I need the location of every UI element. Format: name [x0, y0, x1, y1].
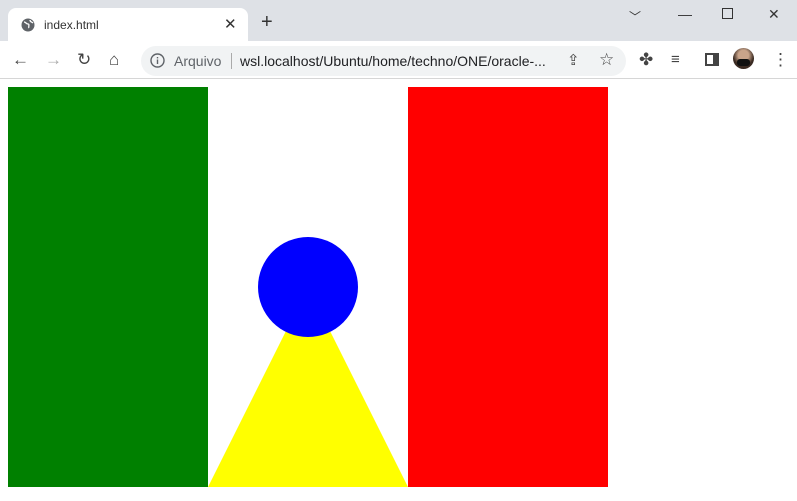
extensions-icon[interactable]: ✤ [639, 50, 653, 70]
side-panel-icon[interactable] [705, 53, 719, 66]
forward-icon[interactable]: → [45, 50, 62, 70]
address-bar[interactable]: Arquivo wsl.localhost/Ubuntu/home/techno… [141, 46, 626, 76]
bookmark-star-icon[interactable]: ☆ [599, 50, 614, 70]
minimize-button[interactable]: — [678, 6, 692, 22]
scheme-label: Arquivo [174, 53, 222, 69]
separator [231, 53, 232, 69]
url-text[interactable]: wsl.localhost/Ubuntu/home/techno/ONE/ora… [240, 53, 546, 69]
new-tab-button[interactable]: + [261, 12, 273, 32]
info-icon[interactable] [150, 53, 165, 68]
tab-title: index.html [44, 18, 99, 32]
profile-avatar[interactable] [733, 48, 754, 69]
toolbar: ← → ↻ ⌂ Arquivo wsl.localhost/Ubuntu/hom… [0, 41, 797, 79]
drawing-canvas [8, 87, 608, 487]
maximize-button[interactable] [722, 8, 733, 19]
menu-icon[interactable]: ⋮ [772, 50, 789, 70]
tab-close-icon[interactable]: ✕ [224, 15, 237, 33]
tab-search-chevron-icon[interactable]: ﹀ [629, 8, 641, 25]
back-icon[interactable]: ← [12, 50, 29, 70]
media-control-icon[interactable]: ≡ [671, 50, 680, 70]
tab-index-html[interactable]: index.html ✕ [8, 8, 248, 41]
red-stripe [408, 87, 608, 487]
reload-icon[interactable]: ↻ [77, 50, 91, 70]
blue-circle [258, 237, 358, 337]
home-icon[interactable]: ⌂ [109, 50, 119, 70]
green-stripe [8, 87, 208, 487]
tab-strip: index.html ✕ + ﹀ — ✕ [0, 0, 797, 41]
close-window-button[interactable]: ✕ [768, 6, 780, 23]
share-icon[interactable]: ⇪ [567, 51, 580, 71]
globe-icon [21, 18, 35, 32]
